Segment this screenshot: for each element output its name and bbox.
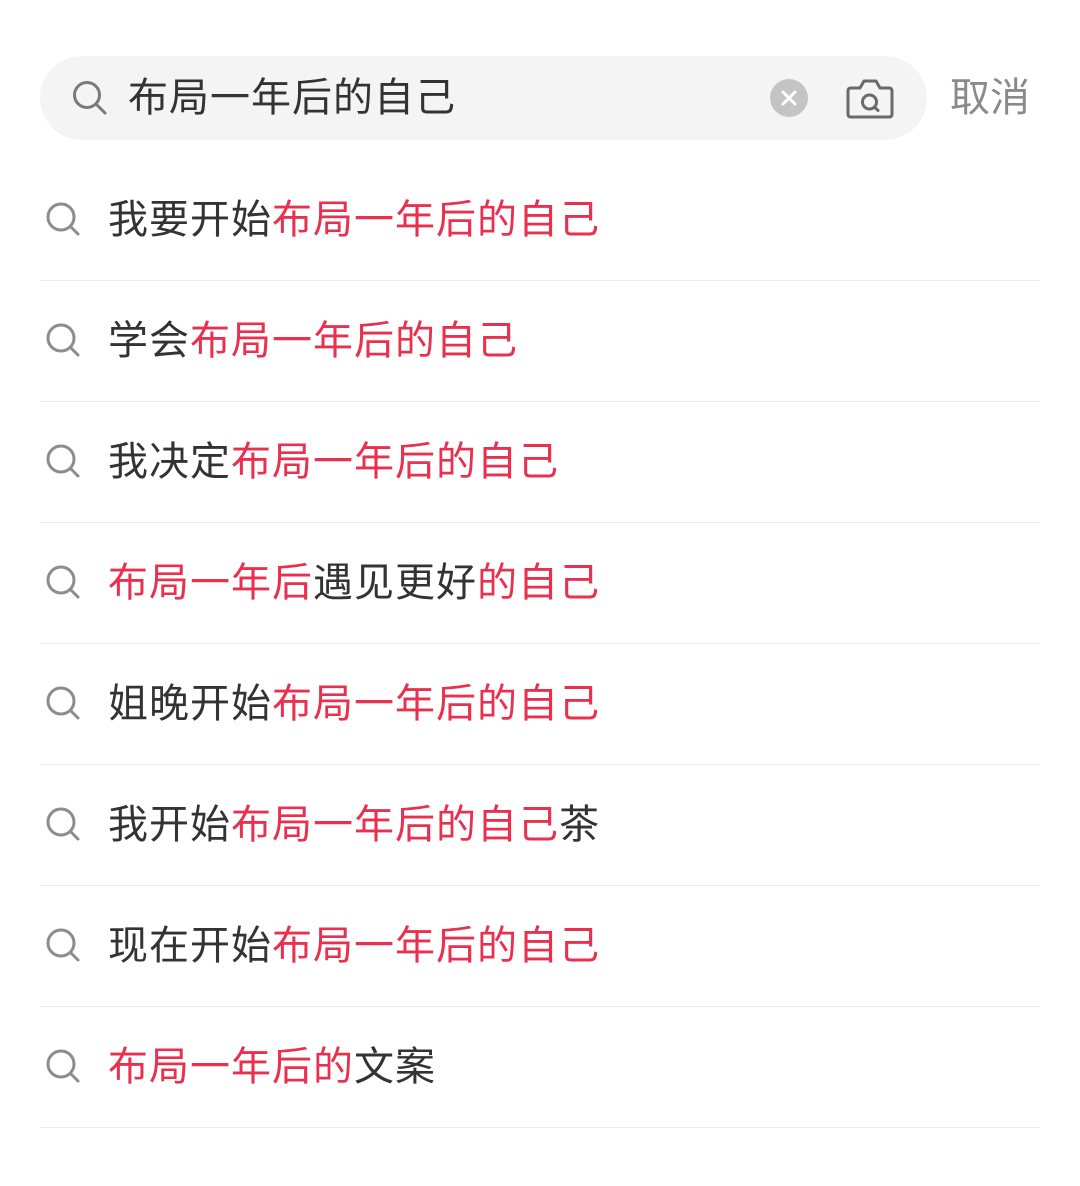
suggestion-item[interactable]: 布局一年后的文案 [40, 1007, 1040, 1128]
suggestion-text: 布局一年后遇见更好的自己 [108, 523, 600, 643]
suggestion-text: 我要开始布局一年后的自己 [108, 160, 600, 280]
suggestion-plain-text: 学会 [108, 318, 190, 364]
suggestion-item[interactable]: 我要开始布局一年后的自己 [40, 160, 1040, 281]
suggestion-highlight-text: 布局一年后的自己 [231, 802, 559, 848]
clear-icon [781, 90, 797, 106]
search-icon [46, 686, 80, 720]
suggestion-plain-text: 姐晚开始 [108, 681, 272, 727]
suggestion-highlight-text: 的自己 [477, 560, 600, 606]
suggestion-list: 我要开始布局一年后的自己 学会布局一年后的自己 我决定布局一年后的自己 布局一年后遇见… [40, 160, 1040, 1128]
search-icon [46, 1049, 80, 1083]
camera-scan-icon [846, 79, 894, 119]
suggestion-highlight-text: 布局一年后的自己 [231, 439, 559, 485]
search-icon [73, 81, 107, 115]
search-icon [46, 323, 80, 357]
search-icon [46, 444, 80, 478]
suggestion-highlight-text: 布局一年后的自己 [272, 923, 600, 969]
search-bar[interactable]: 布局一年后的自己 [40, 56, 927, 140]
suggestion-plain-text: 遇见更好 [313, 560, 477, 606]
suggestion-plain-text: 文案 [354, 1044, 436, 1090]
search-icon [46, 202, 80, 236]
suggestion-plain-text: 现在开始 [108, 923, 272, 969]
suggestion-highlight-text: 布局一年后的自己 [272, 681, 600, 727]
suggestion-highlight-text: 布局一年后的 [108, 1044, 354, 1090]
suggestion-highlight-text: 布局一年后 [108, 560, 313, 606]
suggestion-item[interactable]: 我决定布局一年后的自己 [40, 402, 1040, 523]
suggestion-item[interactable]: 现在开始布局一年后的自己 [40, 886, 1040, 1007]
suggestion-item[interactable]: 布局一年后遇见更好的自己 [40, 523, 1040, 644]
suggestion-text: 我决定布局一年后的自己 [108, 402, 559, 522]
suggestion-text: 我开始布局一年后的自己茶 [108, 765, 600, 885]
suggestion-highlight-text: 布局一年后的自己 [272, 197, 600, 243]
suggestion-item[interactable]: 学会布局一年后的自己 [40, 281, 1040, 402]
cancel-button[interactable]: 取消 [950, 56, 1030, 140]
suggestion-text: 布局一年后的文案 [108, 1007, 436, 1127]
search-icon [46, 807, 80, 841]
suggestion-plain-text: 茶 [559, 802, 600, 848]
suggestion-plain-text: 我决定 [108, 439, 231, 485]
suggestion-text: 学会布局一年后的自己 [108, 281, 518, 401]
suggestion-plain-text: 我要开始 [108, 197, 272, 243]
suggestion-item[interactable]: 我开始布局一年后的自己茶 [40, 765, 1040, 886]
search-icon [46, 565, 80, 599]
clear-button[interactable] [770, 79, 808, 117]
suggestion-text: 姐晚开始布局一年后的自己 [108, 644, 600, 764]
suggestion-highlight-text: 布局一年后的自己 [190, 318, 518, 364]
suggestion-text: 现在开始布局一年后的自己 [108, 886, 600, 1006]
search-icon [46, 928, 80, 962]
search-input[interactable]: 布局一年后的自己 [128, 56, 748, 140]
suggestion-plain-text: 我开始 [108, 802, 231, 848]
suggestion-item[interactable]: 姐晚开始布局一年后的自己 [40, 644, 1040, 765]
camera-scan-button[interactable] [845, 74, 895, 122]
